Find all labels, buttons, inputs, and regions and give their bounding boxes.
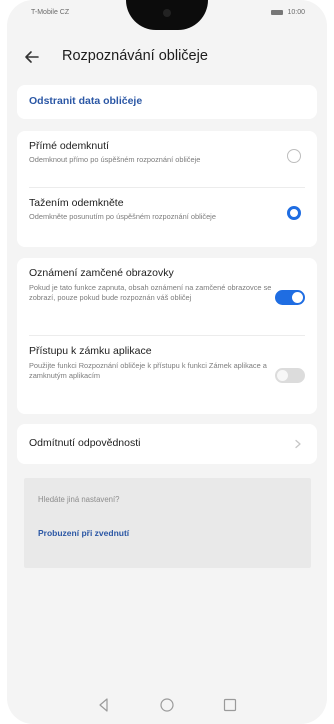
option-title: Přímé odemknutí bbox=[29, 140, 109, 152]
setting-description: Použijte funkci Rozpoznání obličeje k př… bbox=[29, 361, 267, 380]
app-lock-access-toggle[interactable] bbox=[275, 368, 305, 383]
toggle-knob bbox=[277, 370, 288, 381]
battery-icon bbox=[271, 10, 284, 15]
suggestions-panel: Hledáte jiná nastavení? Probuzení při zv… bbox=[24, 478, 311, 568]
nav-recents-icon[interactable] bbox=[221, 696, 239, 714]
nav-back-icon[interactable] bbox=[95, 696, 113, 714]
remove-data-card: Odstranit data obličeje bbox=[17, 85, 317, 119]
disclaimer-card[interactable]: Odmítnutí odpovědnosti bbox=[17, 424, 317, 464]
suggestions-label: Hledáte jiná nastavení? bbox=[38, 495, 120, 504]
option-description: Odemknout přímo po úspěšném rozpoznání o… bbox=[29, 155, 201, 164]
toggles-card: Oznámení zamčené obrazovky Pokud je tato… bbox=[17, 258, 317, 414]
lock-screen-notifications-toggle[interactable] bbox=[275, 290, 305, 305]
nav-home-icon[interactable] bbox=[158, 696, 176, 714]
option-direct-unlock[interactable]: Přímé odemknutí Odemknout přímo po úspěš… bbox=[17, 131, 317, 186]
app-header: Rozpoznávání obličeje bbox=[7, 38, 327, 78]
option-swipe-unlock[interactable]: Tažením odemkněte Odemkněte posunutím po… bbox=[17, 188, 317, 246]
raise-to-wake-link[interactable]: Probuzení při zvednutí bbox=[38, 528, 129, 538]
app-lock-access-row[interactable]: Přístupu k zámku aplikace Použijte funkc… bbox=[17, 336, 317, 412]
lock-screen-notifications-row[interactable]: Oznámení zamčené obrazovky Pokud je tato… bbox=[17, 258, 317, 334]
setting-title: Oznámení zamčené obrazovky bbox=[29, 267, 174, 279]
radio-button-direct-unlock[interactable] bbox=[287, 149, 301, 163]
option-description: Odemkněte posunutím po úspěšném rozpozná… bbox=[29, 212, 216, 221]
page-title: Rozpoznávání obličeje bbox=[62, 48, 208, 64]
setting-description: Pokud je tato funkce zapnuta, obsah ozná… bbox=[29, 283, 272, 302]
navigation-bar bbox=[7, 694, 327, 718]
chevron-right-icon bbox=[295, 439, 301, 449]
back-arrow-icon[interactable] bbox=[21, 46, 43, 68]
status-right: 10:00 bbox=[271, 9, 305, 16]
disclaimer-label: Odmítnutí odpovědnosti bbox=[29, 437, 141, 449]
toggle-knob bbox=[292, 292, 303, 303]
carrier-label: T-Mobile CZ bbox=[31, 9, 70, 16]
remove-face-data-link[interactable]: Odstranit data obličeje bbox=[29, 95, 142, 107]
front-camera bbox=[163, 9, 171, 17]
phone-screen: T-Mobile CZ 10:00 Rozpoznávání obličeje … bbox=[7, 0, 327, 724]
option-title: Tažením odemkněte bbox=[29, 197, 124, 209]
unlock-mode-card: Přímé odemknutí Odemknout přímo po úspěš… bbox=[17, 131, 317, 247]
clock: 10:00 bbox=[287, 9, 305, 16]
setting-title: Přístupu k zámku aplikace bbox=[29, 345, 152, 357]
radio-button-swipe-unlock[interactable] bbox=[287, 206, 301, 220]
